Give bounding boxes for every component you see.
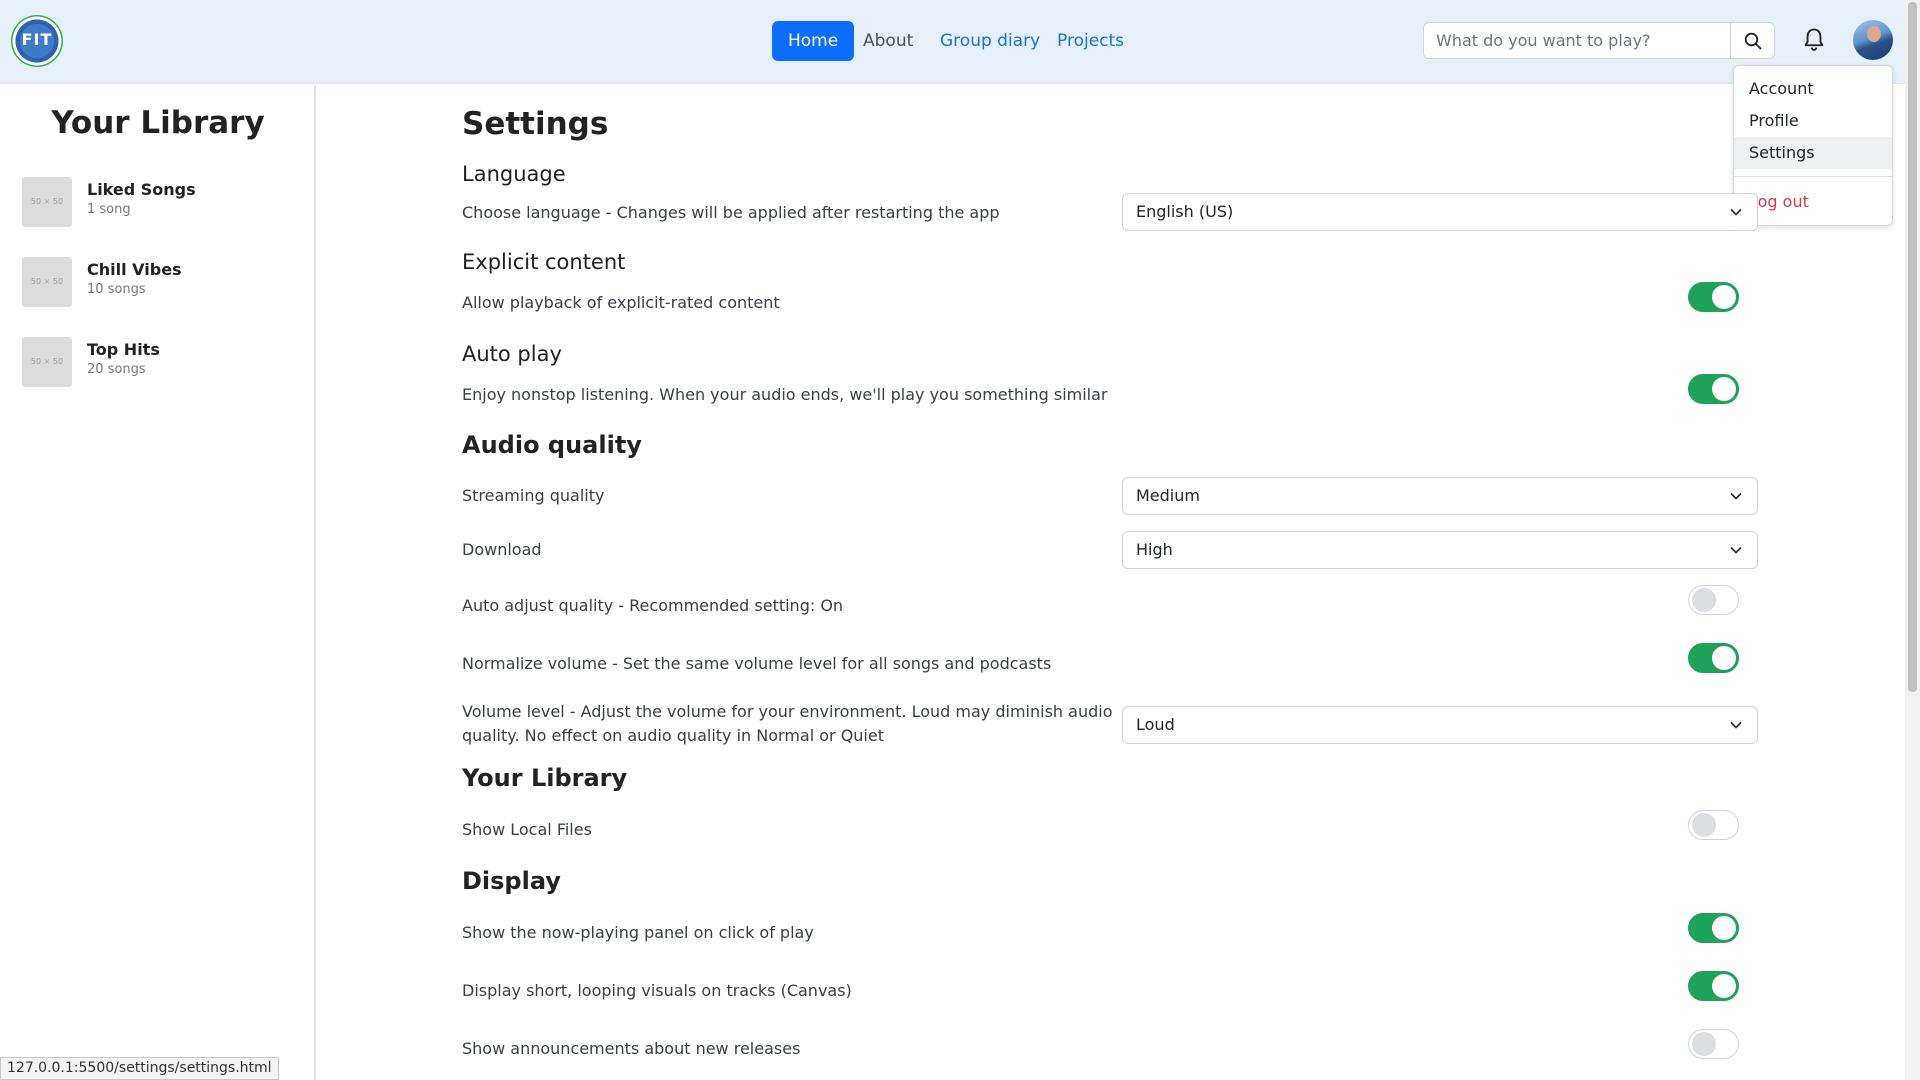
page-scrollbar[interactable] [1905, 0, 1920, 1080]
nav-home-link[interactable]: Home [772, 21, 855, 61]
nav-about-link[interactable]: About [847, 21, 929, 61]
bell-icon [1804, 28, 1824, 51]
normalize-volume-toggle[interactable] [1688, 643, 1739, 673]
top-navbar: FIT Home About Group diary Projects [0, 0, 1905, 84]
nav-projects-link[interactable]: Projects [1041, 21, 1140, 61]
menu-item-account[interactable]: Account [1734, 73, 1892, 105]
download-quality-label: Download [462, 540, 542, 559]
language-select[interactable]: English (US) [1122, 193, 1758, 231]
download-quality-value: High [1136, 540, 1173, 559]
library-title: Your Library [51, 105, 265, 141]
link-status-bar: 127.0.0.1:5500/settings/settings.html [0, 1057, 279, 1080]
now-playing-panel-label: Show the now-playing panel on click of p… [462, 923, 814, 942]
toggle-knob [1712, 285, 1736, 309]
toggle-knob [1692, 813, 1716, 837]
search-button[interactable] [1731, 23, 1775, 58]
explicit-label: Allow playback of explicit-rated content [462, 293, 780, 312]
volume-level-label-line2: quality. No effect on audio quality in N… [462, 726, 884, 745]
menu-item-profile[interactable]: Profile [1734, 105, 1892, 137]
streaming-quality-select[interactable]: Medium [1122, 477, 1758, 515]
notifications-button[interactable] [1800, 26, 1828, 54]
playlist-name: Chill Vibes [87, 260, 182, 279]
menu-item-settings[interactable]: Settings [1734, 137, 1892, 169]
show-local-files-label: Show Local Files [462, 820, 592, 839]
volume-level-value: Loud [1136, 715, 1175, 734]
explicit-heading: Explicit content [462, 250, 626, 274]
download-quality-select[interactable]: High [1122, 531, 1758, 569]
display-heading: Display [462, 867, 561, 895]
logo-text: FIT [21, 30, 53, 49]
scrollbar-thumb[interactable] [1908, 2, 1917, 692]
playlist-thumbnail: 50 × 50 [22, 257, 72, 307]
playlist-song-count: 20 songs [87, 362, 146, 377]
toggle-knob [1692, 588, 1716, 612]
language-label: Choose language - Changes will be applie… [462, 203, 1000, 222]
chevron-down-icon [1730, 209, 1742, 216]
playlist-song-count: 1 song [87, 202, 131, 217]
chevron-down-icon [1730, 722, 1742, 729]
playlist-name: Liked Songs [87, 180, 196, 199]
library-item-chill-vibes[interactable]: 50 × 50 Chill Vibes 10 songs [22, 257, 302, 309]
library-item-liked-songs[interactable]: 50 × 50 Liked Songs 1 song [22, 177, 302, 229]
user-avatar[interactable] [1853, 20, 1893, 60]
audio-quality-heading: Audio quality [462, 431, 642, 459]
search-input[interactable] [1424, 23, 1731, 58]
nav-group-diary-link[interactable]: Group diary [924, 21, 1056, 61]
auto-adjust-label: Auto adjust quality - Recommended settin… [462, 596, 844, 615]
auto-adjust-toggle[interactable] [1688, 585, 1739, 615]
playlist-thumbnail: 50 × 50 [22, 337, 72, 387]
canvas-visuals-label: Display short, looping visuals on tracks… [462, 981, 852, 1000]
autoplay-toggle[interactable] [1688, 374, 1739, 404]
language-heading: Language [462, 162, 566, 186]
app-logo[interactable]: FIT [11, 15, 63, 67]
toggle-knob [1692, 1032, 1716, 1056]
volume-level-select[interactable]: Loud [1122, 706, 1758, 744]
autoplay-heading: Auto play [462, 342, 562, 366]
page-title: Settings [462, 106, 609, 142]
announcements-label: Show announcements about new releases [462, 1039, 801, 1058]
streaming-quality-value: Medium [1136, 486, 1200, 505]
autoplay-label: Enjoy nonstop listening. When your audio… [462, 385, 1108, 404]
your-library-heading: Your Library [462, 764, 628, 792]
playlist-thumbnail: 50 × 50 [22, 177, 72, 227]
explicit-toggle[interactable] [1688, 282, 1739, 312]
toggle-knob [1712, 377, 1736, 401]
language-select-value: English (US) [1136, 202, 1234, 221]
canvas-visuals-toggle[interactable] [1688, 971, 1739, 1001]
now-playing-panel-toggle[interactable] [1688, 913, 1739, 943]
chevron-down-icon [1730, 547, 1742, 554]
library-item-top-hits[interactable]: 50 × 50 Top Hits 20 songs [22, 337, 302, 389]
playlist-song-count: 10 songs [87, 282, 146, 297]
normalize-volume-label: Normalize volume - Set the same volume l… [462, 654, 1052, 673]
toggle-knob [1712, 916, 1736, 940]
playlist-name: Top Hits [87, 340, 160, 359]
search-bar [1423, 22, 1775, 59]
library-sidebar [0, 85, 316, 1080]
menu-divider [1734, 176, 1892, 177]
search-icon [1744, 32, 1762, 49]
show-local-files-toggle[interactable] [1688, 810, 1739, 840]
streaming-quality-label: Streaming quality [462, 486, 605, 505]
volume-level-label-line1: Volume level - Adjust the volume for you… [462, 702, 1113, 721]
toggle-knob [1712, 646, 1736, 670]
chevron-down-icon [1730, 493, 1742, 500]
toggle-knob [1712, 974, 1736, 998]
announcements-toggle[interactable] [1688, 1029, 1739, 1059]
